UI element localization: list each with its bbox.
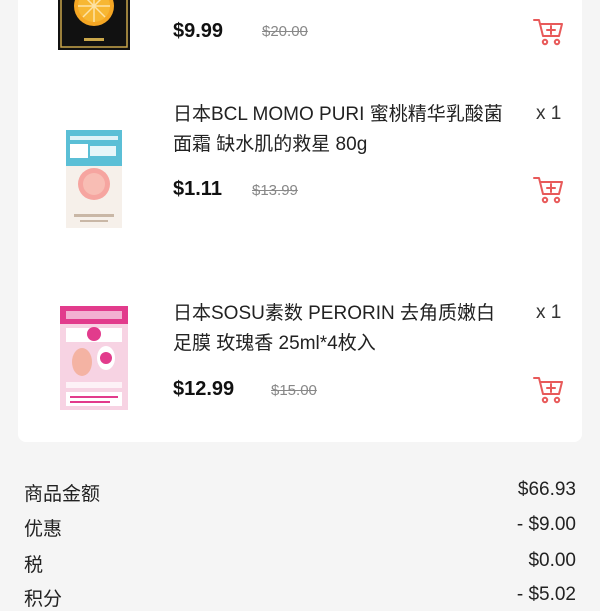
original-price: $20.00 [262,23,308,40]
summary-row-tax: 税 $0.00 [24,542,576,576]
product-price: $1.11 [173,178,222,200]
product-image [58,0,130,50]
product-image [60,306,128,410]
product-title: 日本SOSU素数 PERORIN 去角质嫩白足膜 玫瑰香 25ml*4枚入 [173,303,495,354]
summary-row-subtotal: 商品金额 $66.93 [24,471,576,505]
summary-value: $66.93 [517,479,576,500]
order-items-card: $9.99 $20.00 日本BCL MOMO PURI 蜜桃精华乳酸菌面霜 缺… [18,0,582,442]
summary-label: 积分 [24,589,63,610]
add-to-cart-icon[interactable] [532,372,566,406]
product-quantity: x 1 [536,302,562,323]
summary-value: $0.00 [528,550,576,571]
product-price: $9.99 [173,20,224,42]
summary-value: - $5.02 [516,584,576,605]
summary-label: 优惠 [24,519,63,540]
product-quantity: x 1 [536,103,562,124]
summary-label: 税 [24,555,44,576]
original-price: $13.99 [252,182,298,199]
add-to-cart-icon[interactable] [532,14,566,48]
summary-row-points: 积分 - $5.02 [24,576,576,610]
product-title: 日本BCL MOMO PURI 蜜桃精华乳酸菌面霜 缺水肌的救星 80g [173,104,503,155]
original-price: $15.00 [271,382,317,399]
add-to-cart-icon[interactable] [532,172,566,206]
summary-value: - $9.00 [516,514,576,535]
summary-row-discount: 优惠 - $9.00 [24,506,576,540]
product-price: $12.99 [173,378,235,400]
summary-label: 商品金额 [24,484,101,505]
product-image [66,130,122,228]
